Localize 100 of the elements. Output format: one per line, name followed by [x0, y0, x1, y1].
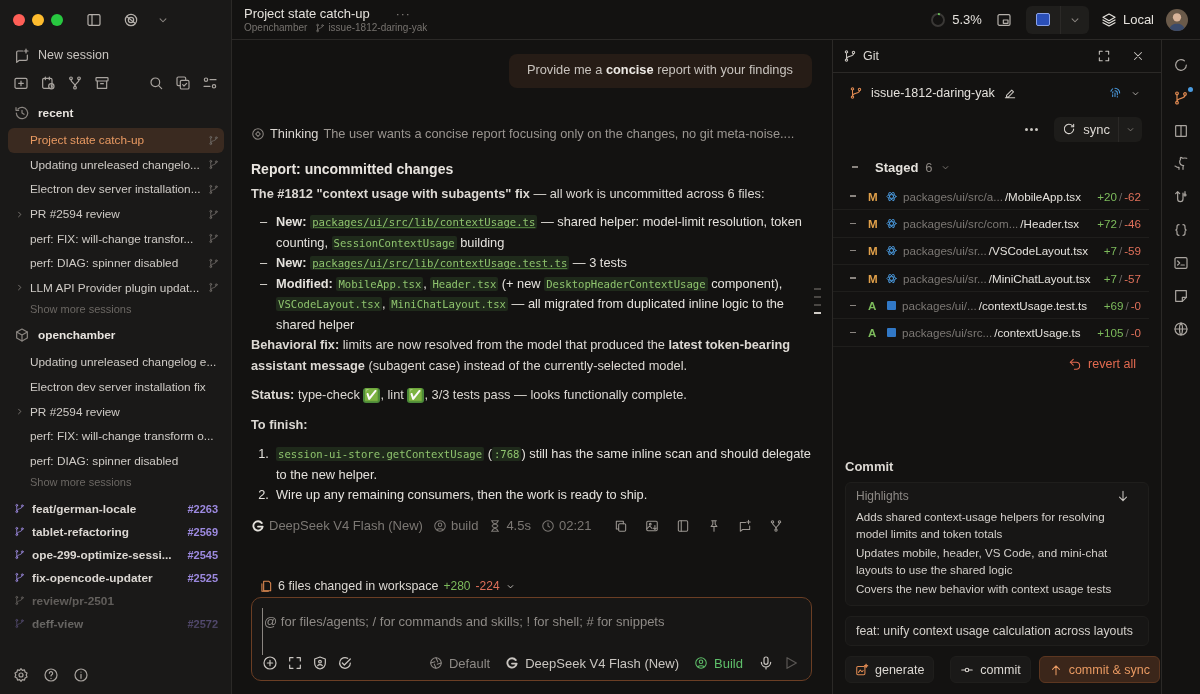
session-item[interactable]: Updating unreleased changelo...	[8, 152, 224, 178]
pr-number[interactable]: #2545	[187, 548, 218, 561]
more-menu-button[interactable]: ···	[395, 6, 411, 21]
removed-count: -62	[1124, 189, 1141, 203]
zoom-window-button[interactable]	[51, 14, 63, 26]
added-count: +7	[1103, 244, 1117, 258]
generate-button[interactable]: generate	[845, 656, 935, 683]
help-icon[interactable]	[43, 667, 59, 683]
info-icon[interactable]	[73, 667, 89, 683]
fingerprint-icon[interactable]	[1108, 86, 1122, 100]
model-logo-icon	[251, 518, 265, 533]
diff-separator: /	[1119, 216, 1123, 230]
file-row[interactable]: A packages/ui/... /contextUsage.test.ts +69 / -0	[833, 292, 1149, 320]
changed-files-toggle[interactable]: 6 files changed in workspace +280 -224	[251, 579, 812, 593]
duration-label: 4.5s	[506, 516, 531, 535]
branch-icon[interactable]	[1173, 90, 1189, 106]
branch-item[interactable]: ope-299-optimize-sessi... #2545	[0, 543, 231, 567]
image-download-icon[interactable]	[644, 518, 659, 533]
list-item-text: session-ui-store.getContextUsage (:768) still has the same inline scan and should delegate to the new helper.	[276, 445, 812, 484]
session-item[interactable]: PR #2594 review	[8, 201, 224, 227]
minimize-window-button[interactable]	[32, 14, 44, 26]
close-window-button[interactable]	[13, 14, 25, 26]
microphone-icon[interactable]	[758, 655, 774, 671]
group-title[interactable]: recent	[38, 106, 74, 120]
shield-icon[interactable]	[312, 655, 328, 671]
unstage-button[interactable]	[850, 331, 856, 334]
note-icon[interactable]	[1173, 288, 1189, 304]
fork-icon[interactable]	[67, 75, 83, 91]
sidebar-toggle-icon[interactable]	[86, 12, 102, 28]
search-icon[interactable]	[148, 75, 164, 91]
commit-button[interactable]: commit	[950, 656, 1031, 683]
pr-number[interactable]: #2569	[187, 525, 218, 538]
commit-and-sync-button[interactable]: commit & sync	[1038, 656, 1160, 683]
revert-all-button[interactable]: revert all	[1068, 356, 1136, 371]
app-logo-icon[interactable]	[123, 12, 139, 28]
variant-selector[interactable]: Default	[428, 655, 491, 671]
pull-request-icon[interactable]	[1173, 189, 1189, 205]
session-item[interactable]: perf: FIX: will-change transform o...	[8, 423, 224, 449]
archive-icon[interactable]	[94, 75, 110, 91]
staged-section-toggle[interactable]: Staged 6	[875, 159, 951, 175]
environment-button[interactable]: Local	[1100, 11, 1154, 28]
folder-plus-icon[interactable]	[13, 75, 29, 91]
commit-message-field[interactable]: feat: unify context usage calculation across layouts	[845, 616, 1149, 646]
globe-icon[interactable]	[1173, 321, 1189, 337]
file-row[interactable]: M packages/ui/src/com... /Header.tsx +72 / -46	[833, 210, 1149, 238]
session-item[interactable]: LLM API Provider plugin updat...	[8, 275, 224, 301]
session-item[interactable]: PR #2594 review	[8, 399, 224, 424]
removed-count: -0	[1130, 298, 1141, 312]
session-item[interactable]: perf: DIAG: spinner disabled	[8, 250, 224, 276]
panel-title: Git	[863, 49, 879, 63]
model-selector[interactable]: DeepSeek V4 Flash (New)	[505, 655, 680, 671]
branch-item[interactable]: fix-opencode-updater #2525	[0, 566, 231, 590]
calendar-clock-icon[interactable]	[40, 75, 56, 91]
settings-icon[interactable]	[13, 667, 29, 683]
file-row[interactable]: M packages/ui/sr... /VSCodeLayout.tsx +7 / -59	[833, 237, 1149, 265]
session-item[interactable]: perf: DIAG: spinner disabled	[8, 448, 224, 474]
terminal-icon[interactable]	[1173, 255, 1189, 271]
pr-number[interactable]: #2263	[187, 502, 218, 515]
report-paragraph: Status: type-check ✅, lint ✅, 3/3 tests pass — looks functionally complete.	[251, 386, 688, 405]
add-icon[interactable]	[262, 655, 278, 671]
check-circle-icon[interactable]	[337, 655, 353, 671]
expand-icon[interactable]	[1097, 49, 1111, 63]
agent-selector[interactable]: Build	[694, 655, 743, 671]
pencil-icon[interactable]	[1002, 86, 1017, 100]
message-add-icon[interactable]	[737, 518, 752, 533]
copy-check-icon[interactable]	[175, 75, 191, 91]
pr-number[interactable]: #2525	[187, 571, 218, 584]
thinking-label[interactable]: Thinking	[270, 123, 319, 144]
branch-icon	[843, 49, 857, 63]
file-row[interactable]: A packages/ui/src... /contextUsage.ts +105 / -0	[833, 319, 1149, 347]
copy-icon[interactable]	[613, 518, 628, 533]
message-composer[interactable]: @ for files/agents; / for commands and skills; ! for shell; # for snippets Default DeepSeek V4 Flash (New) Build	[251, 597, 812, 681]
display-button[interactable]	[1035, 13, 1050, 26]
split-view-icon[interactable]	[1173, 123, 1189, 139]
session-item[interactable]: Electron dev server installation fix	[8, 374, 224, 400]
branch-item[interactable]: feat/german-locale #2263	[0, 497, 231, 521]
session-item[interactable]: Updating unreleased changelog e...	[8, 350, 224, 375]
arrow-down-icon[interactable]	[1116, 489, 1130, 503]
sliders-icon[interactable]	[202, 75, 218, 91]
new-session-button[interactable]: New session	[0, 40, 231, 70]
branch-item[interactable]: tablet-refactoring #2569	[0, 520, 231, 544]
focus-frame-icon[interactable]	[287, 655, 303, 671]
session-item[interactable]: Electron dev server installation...	[8, 177, 224, 202]
panel-icon[interactable]	[675, 518, 690, 533]
scroll-marker[interactable]	[814, 288, 821, 290]
file-row[interactable]: M packages/ui/src/a... /MobileApp.tsx +20 / -62	[833, 183, 1149, 211]
braces-icon[interactable]	[1173, 222, 1189, 238]
close-icon[interactable]	[1131, 49, 1145, 63]
scroll-marker[interactable]	[814, 296, 821, 298]
user-avatar[interactable]	[1166, 8, 1188, 31]
session-item[interactable]: perf: FIX: will-change transfor...	[8, 226, 224, 251]
session-item[interactable]: Project state catch-up	[8, 128, 224, 153]
fork-icon[interactable]	[768, 518, 783, 533]
scroll-marker[interactable]	[814, 304, 821, 306]
file-row[interactable]: M packages/ui/sr... /MiniChatLayout.tsx +7 / -57	[833, 264, 1149, 293]
scroll-marker[interactable]	[814, 312, 821, 314]
picture-in-picture-icon[interactable]	[995, 11, 1012, 28]
group-title[interactable]: openchamber	[38, 328, 116, 343]
unstage-button[interactable]	[850, 222, 856, 225]
unstage-button[interactable]	[850, 304, 856, 307]
